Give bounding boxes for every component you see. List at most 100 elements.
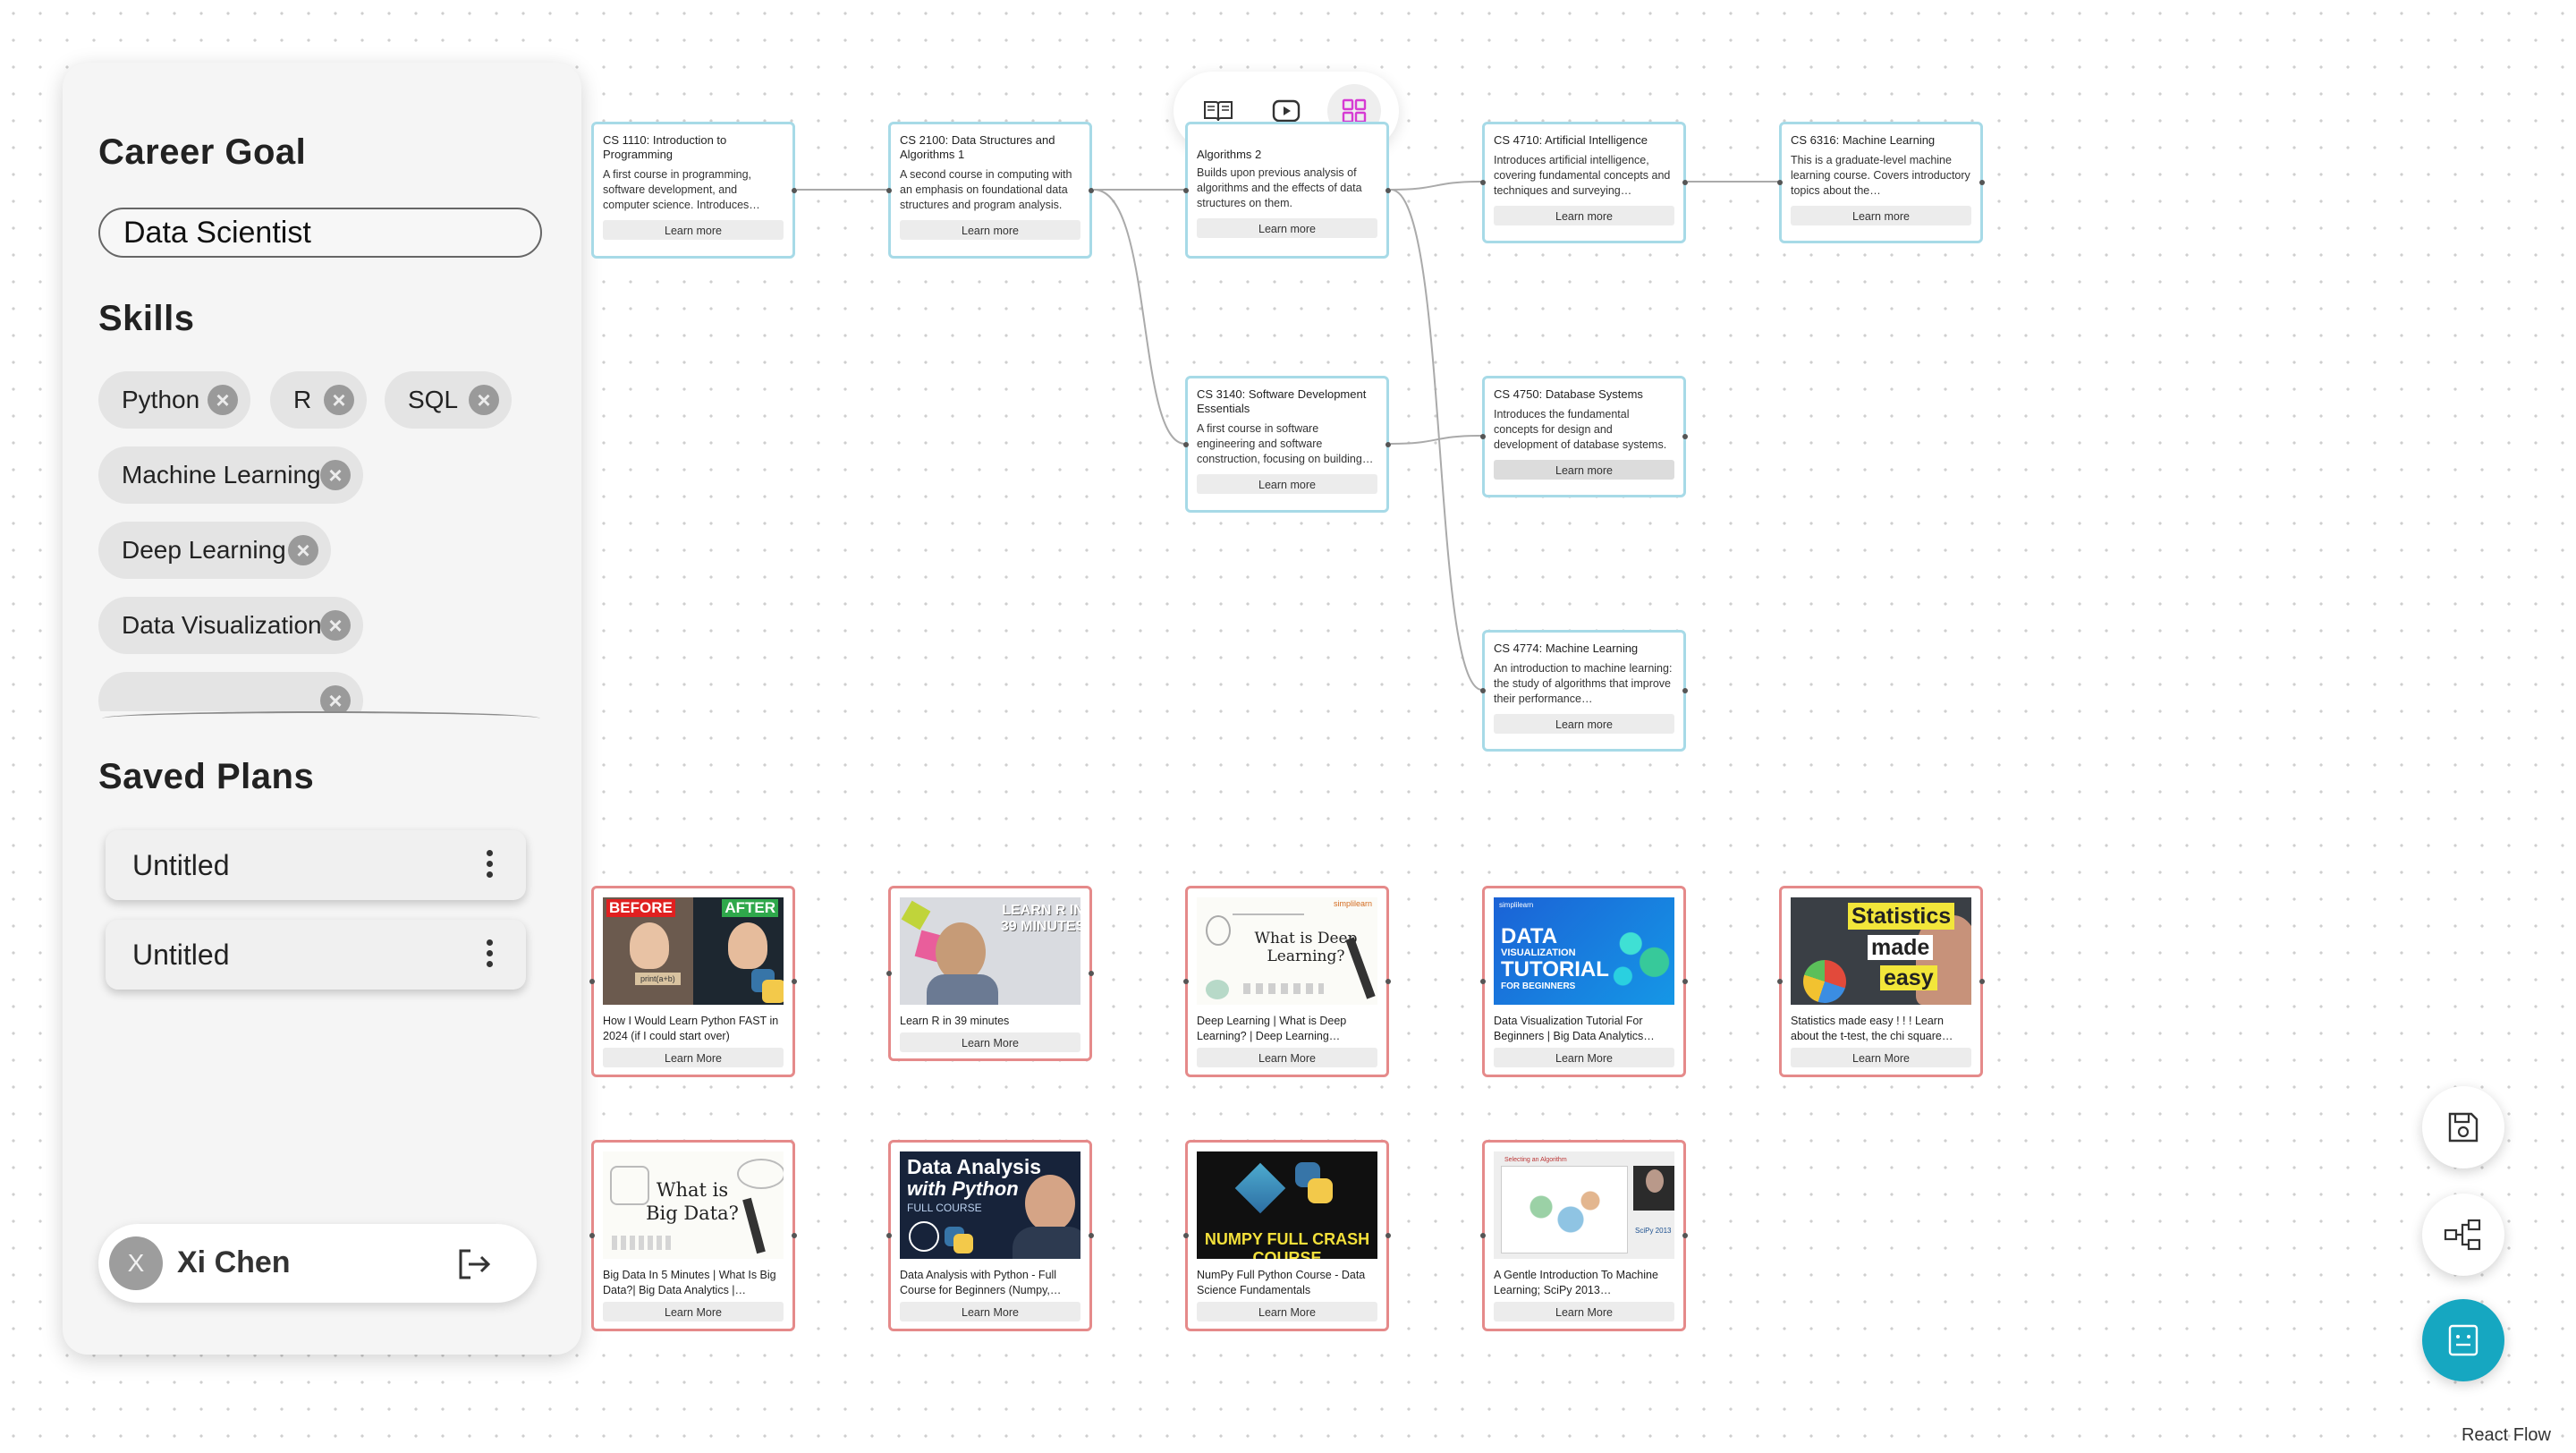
node-handle[interactable] <box>1385 1233 1391 1238</box>
video-node[interactable]: BEFORE AFTER print(a+b) How I Would Lear… <box>589 886 797 1077</box>
course-description: This is a graduate-level machine learnin… <box>1791 154 1970 197</box>
node-handle[interactable] <box>886 1233 892 1238</box>
react-flow-attribution[interactable]: React Flow <box>2462 1425 2551 1446</box>
course-title: CS 4750: Database Systems <box>1494 387 1643 401</box>
node-handle[interactable] <box>1183 187 1189 193</box>
video-thumbnail[interactable]: LEARN R IN 39 MINUTES <box>900 897 1080 1005</box>
chatbot-icon <box>2448 1324 2479 1356</box>
video-thumbnail[interactable]: Selecting an Algorithm SciPy 2013 <box>1494 1151 1674 1259</box>
course-node[interactable]: CS 4710: Artificial Intelligence Introdu… <box>1480 122 1688 243</box>
course-node[interactable]: CS 2100: Data Structures and Algorithms … <box>886 122 1094 259</box>
course-description: An introduction to machine learning: the… <box>1494 662 1673 705</box>
node-handle[interactable] <box>792 979 797 984</box>
video-thumbnail[interactable]: BEFORE AFTER print(a+b) <box>603 897 784 1005</box>
node-handle[interactable] <box>1089 1233 1094 1238</box>
node-handle[interactable] <box>1480 1233 1486 1238</box>
video-title: Data Analysis with Python - Full Course … <box>900 1269 1062 1296</box>
course-title: CS 4710: Artificial Intelligence <box>1494 133 1648 147</box>
learn-more-button[interactable]: Learn More <box>1791 1048 1971 1067</box>
course-node[interactable]: CS 4774: Machine Learning An introductio… <box>1480 630 1688 752</box>
course-title: CS 2100: Data Structures and Algorithms … <box>900 133 1055 161</box>
video-thumbnail[interactable]: Data Analysis with Python FULL COURSE <box>900 1151 1080 1259</box>
node-handle[interactable] <box>1089 971 1094 976</box>
learn-more-button[interactable]: Learn More <box>603 1302 784 1321</box>
learn-more-button[interactable]: Learn more <box>1494 460 1674 480</box>
course-node[interactable]: CS 1110: Introduction to Programming A f… <box>591 122 797 259</box>
video-title: Data Visualization Tutorial For Beginner… <box>1494 1015 1655 1042</box>
chatbot-button[interactable] <box>2422 1299 2504 1381</box>
node-handle[interactable] <box>1183 979 1189 984</box>
node-handle[interactable] <box>1777 180 1783 185</box>
learn-more-button[interactable]: Learn More <box>900 1032 1080 1052</box>
learn-more-button[interactable]: Learn more <box>900 220 1080 240</box>
learn-more-button[interactable]: Learn More <box>900 1302 1080 1321</box>
course-node[interactable]: CS 6316: Machine Learning This is a grad… <box>1777 122 1985 243</box>
node-handle[interactable] <box>1979 180 1985 185</box>
learn-more-button[interactable]: Learn More <box>1494 1048 1674 1067</box>
node-handle[interactable] <box>1385 187 1391 193</box>
learn-more-button[interactable]: Learn more <box>1791 206 1971 225</box>
node-handle[interactable] <box>1682 979 1688 984</box>
save-icon <box>2448 1112 2479 1143</box>
video-title: NumPy Full Python Course - Data Science … <box>1197 1269 1366 1296</box>
thumb-line-2: with Python <box>907 1177 1019 1200</box>
course-node[interactable]: CS 4750: Database Systems Introduces the… <box>1480 376 1688 497</box>
node-handle[interactable] <box>886 187 892 193</box>
course-description: Introduces the fundamental concepts for … <box>1494 408 1667 451</box>
learn-more-button[interactable]: Learn more <box>1197 474 1377 494</box>
video-node[interactable]: What is Big Data? Big Data In 5 Minutes … <box>589 1140 797 1331</box>
video-thumbnail[interactable]: Statistics made easy <box>1791 897 1971 1005</box>
node-handle[interactable] <box>589 979 595 984</box>
video-thumbnail[interactable]: What is Big Data? <box>603 1151 784 1259</box>
node-handle[interactable] <box>1183 1233 1189 1238</box>
layout-flow-button[interactable] <box>2422 1194 2504 1276</box>
video-node[interactable]: Statistics made easy Statistics made eas… <box>1777 886 1985 1077</box>
save-button[interactable] <box>2422 1086 2504 1168</box>
node-handle[interactable] <box>1385 979 1391 984</box>
video-node[interactable]: simplilearn DATA VISUALIZATION TUTORIAL … <box>1480 886 1688 1077</box>
video-thumbnail[interactable]: simplilearn What is Deep Learning? <box>1197 897 1377 1005</box>
node-handle[interactable] <box>1480 979 1486 984</box>
node-handle[interactable] <box>1480 434 1486 439</box>
thumb-brand: simplilearn <box>1499 901 1534 909</box>
video-node[interactable]: Data Analysis with Python FULL COURSE Da… <box>886 1140 1094 1331</box>
node-handle[interactable] <box>1682 434 1688 439</box>
node-handle[interactable] <box>1480 688 1486 693</box>
course-description: A first course in programming, software … <box>603 168 760 211</box>
video-node[interactable]: NUMPY FULL CRASH COURSE NumPy Full Pytho… <box>1183 1140 1391 1331</box>
course-node[interactable]: CS 3140: Software Development Essentials… <box>1183 376 1391 513</box>
video-node[interactable]: simplilearn What is Deep Learning? Deep … <box>1183 886 1391 1077</box>
video-node[interactable]: Selecting an Algorithm SciPy 2013 A Gent… <box>1480 1140 1688 1331</box>
thumb-brand: SciPy 2013 <box>1635 1227 1672 1235</box>
thumb-sign: print(a+b) <box>635 973 681 985</box>
node-handle[interactable] <box>1777 979 1783 984</box>
node-handle[interactable] <box>1682 688 1688 693</box>
learn-more-button[interactable]: Learn More <box>1197 1302 1377 1321</box>
course-node[interactable]: Algorithms 2 Builds upon previous analys… <box>1183 122 1391 259</box>
learn-more-button[interactable]: Learn more <box>603 220 784 240</box>
learn-more-button[interactable]: Learn more <box>1197 218 1377 238</box>
node-handle[interactable] <box>886 971 892 976</box>
video-title: Statistics made easy ! ! ! Learn about t… <box>1791 1015 1953 1042</box>
video-thumbnail[interactable]: simplilearn DATA VISUALIZATION TUTORIAL … <box>1494 897 1674 1005</box>
node-handle[interactable] <box>1183 441 1189 447</box>
video-node[interactable]: LEARN R IN 39 MINUTES Learn R in 39 minu… <box>886 886 1094 1061</box>
node-handle[interactable] <box>589 1233 595 1238</box>
node-handle[interactable] <box>1385 441 1391 447</box>
learn-more-button[interactable]: Learn More <box>1197 1048 1377 1067</box>
learn-more-button[interactable]: Learn More <box>1494 1302 1674 1321</box>
thumb-text: What is Big Data? <box>646 1179 739 1224</box>
learn-more-button[interactable]: Learn more <box>1494 714 1674 734</box>
video-thumbnail[interactable]: NUMPY FULL CRASH COURSE <box>1197 1151 1377 1259</box>
learn-more-button[interactable]: Learn more <box>1494 206 1674 225</box>
node-handle[interactable] <box>1682 180 1688 185</box>
thumb-label-before: BEFORE <box>606 899 675 917</box>
learn-more-button[interactable]: Learn More <box>603 1048 784 1067</box>
thumb-line-1: Data Analysis <box>907 1155 1041 1178</box>
node-handle[interactable] <box>1682 1233 1688 1238</box>
node-handle[interactable] <box>1979 979 1985 984</box>
node-handle[interactable] <box>792 187 797 193</box>
node-handle[interactable] <box>1480 180 1486 185</box>
node-handle[interactable] <box>792 1233 797 1238</box>
node-handle[interactable] <box>1089 187 1094 193</box>
